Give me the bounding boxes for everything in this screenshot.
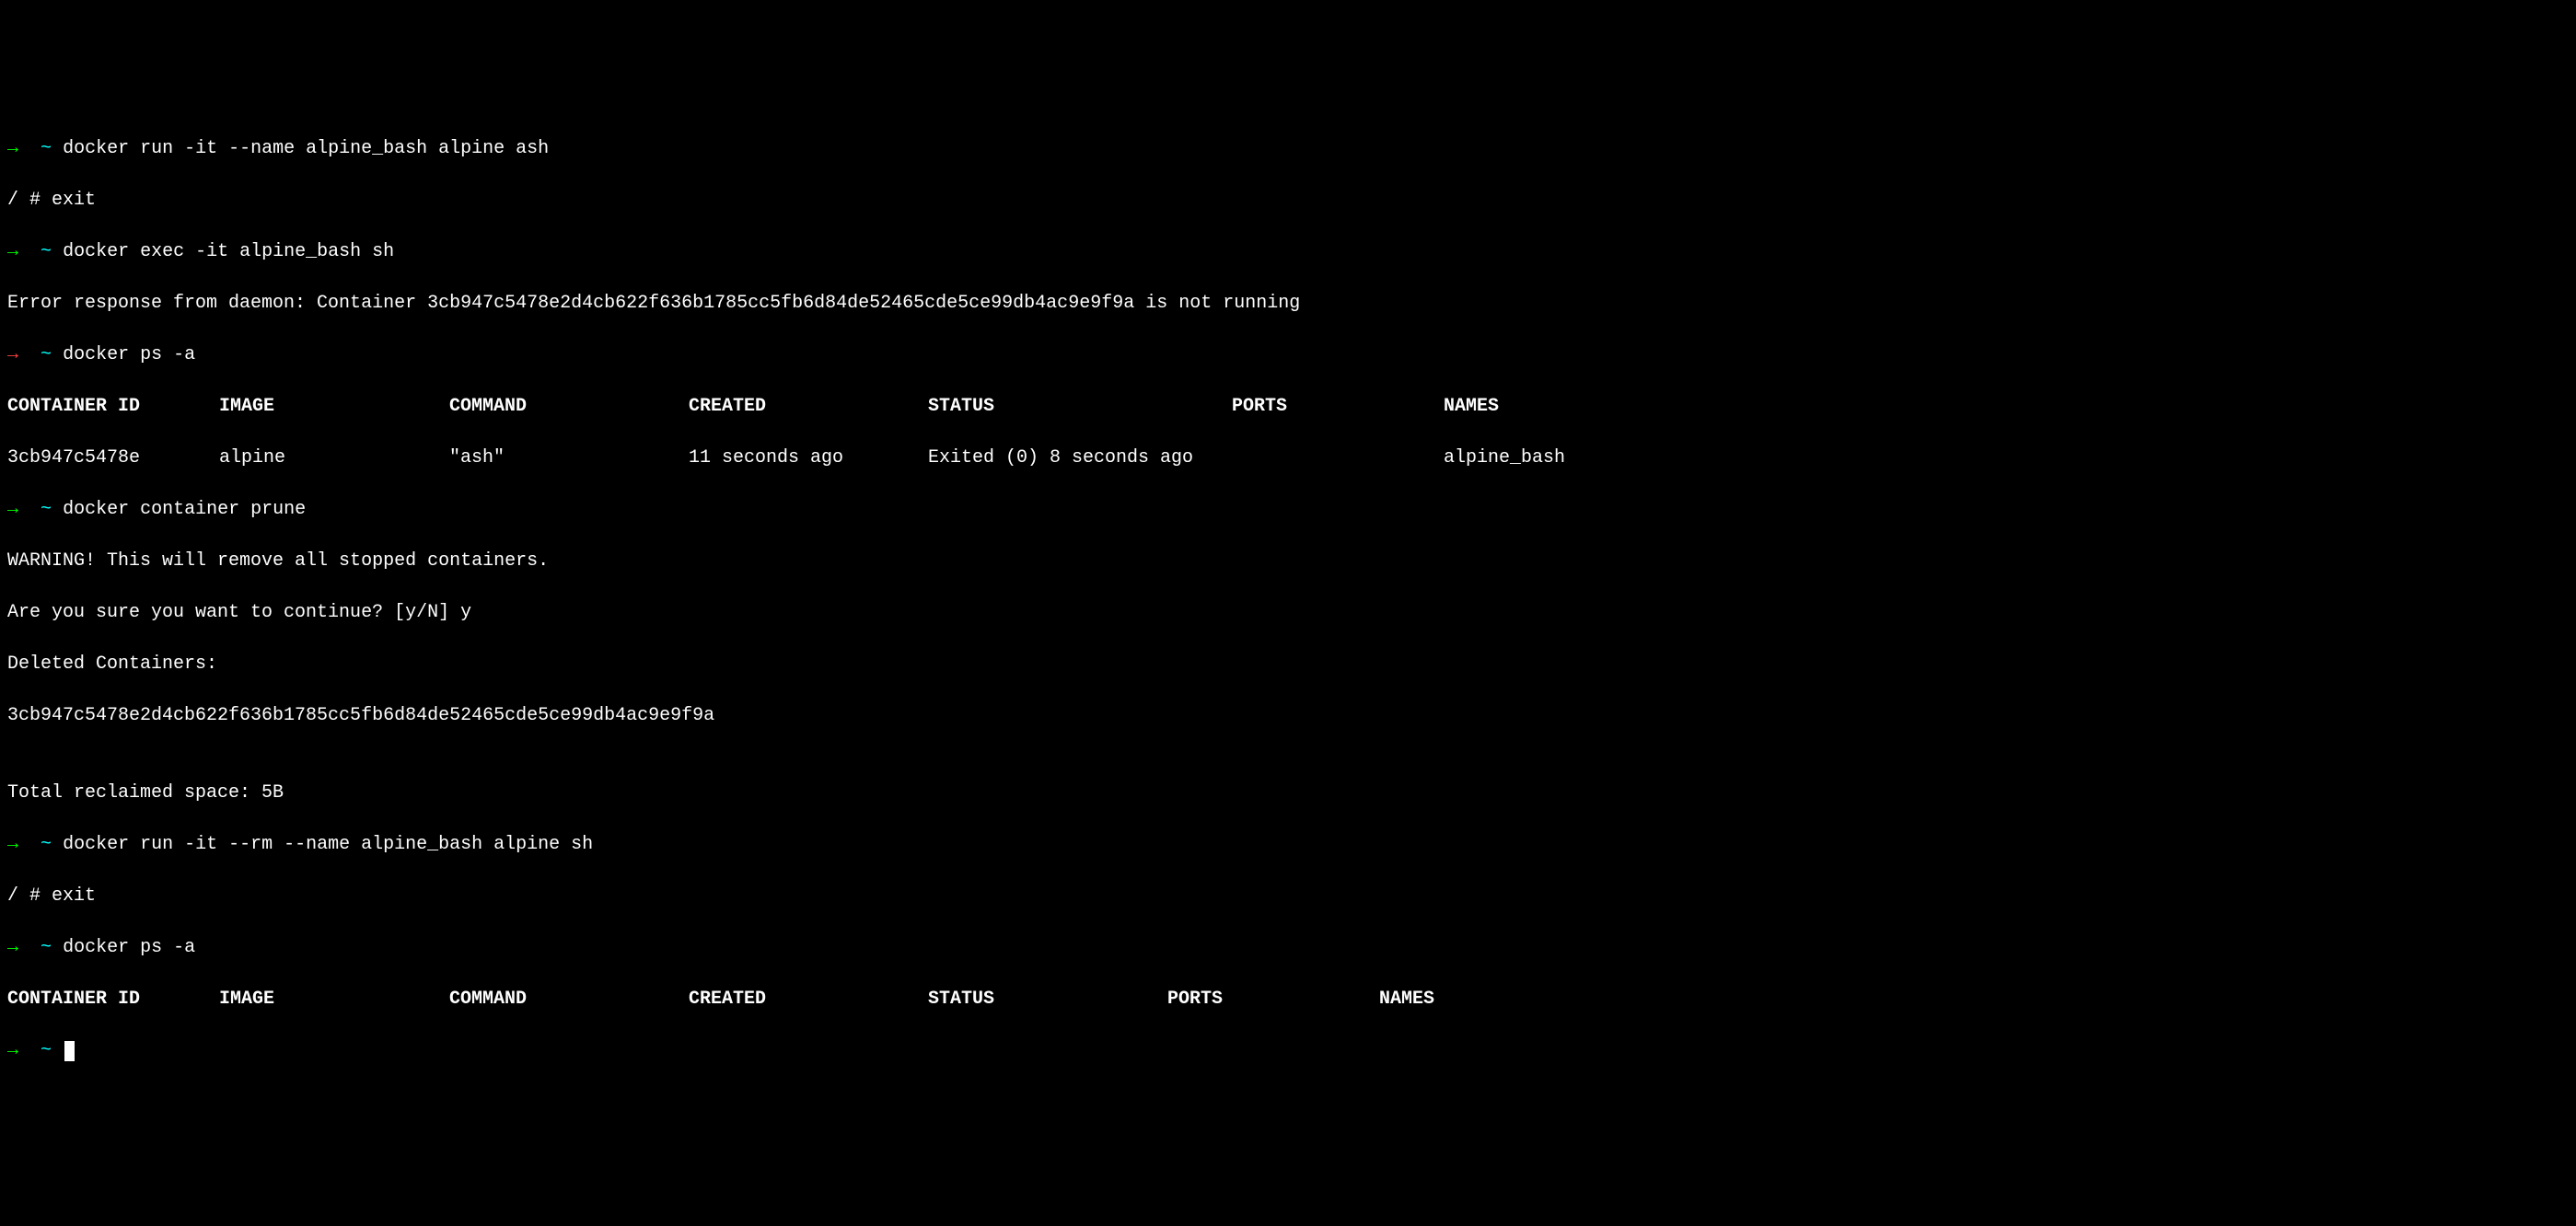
header-image: IMAGE (219, 987, 449, 1012)
header-created: CREATED (689, 987, 928, 1012)
command-text: docker ps -a (63, 937, 195, 958)
table-header-row: CONTAINER IDIMAGECOMMANDCREATEDSTATUSPOR… (7, 394, 2569, 420)
prompt-arrow-icon: → (7, 138, 18, 159)
header-command: COMMAND (449, 394, 689, 420)
table-header-row: CONTAINER IDIMAGECOMMANDCREATEDSTATUSPOR… (7, 987, 2569, 1012)
cell-status: Exited (0) 8 seconds ago (928, 445, 1232, 471)
command-text: docker ps -a (63, 344, 195, 365)
output-line: Total reclaimed space: 5B (7, 781, 2569, 806)
command-line: → ~ docker ps -a (7, 935, 2569, 961)
prompt-arrow-icon: → (7, 937, 18, 958)
header-created: CREATED (689, 394, 928, 420)
prompt-tilde: ~ (41, 937, 52, 958)
prompt-tilde: ~ (41, 499, 52, 520)
header-command: COMMAND (449, 987, 689, 1012)
prompt-arrow-icon: → (7, 499, 18, 520)
command-line: → ~ docker container prune (7, 497, 2569, 523)
output-line: / # exit (7, 188, 2569, 214)
cell-image: alpine (219, 445, 449, 471)
output-line: Deleted Containers: (7, 652, 2569, 677)
header-names: NAMES (1444, 394, 1499, 420)
header-status: STATUS (928, 394, 1232, 420)
cell-command: "ash" (449, 445, 689, 471)
table-row: 3cb947c5478ealpine"ash"11 seconds agoExi… (7, 445, 2569, 471)
prompt-arrow-icon: → (7, 834, 18, 855)
header-names: NAMES (1379, 987, 1434, 1012)
command-line: → ~ docker run -it --name alpine_bash al… (7, 136, 2569, 162)
prompt-arrow-icon: → (7, 344, 18, 365)
command-line: → ~ docker ps -a (7, 342, 2569, 368)
active-prompt[interactable]: → ~ (7, 1038, 2569, 1064)
error-output: Error response from daemon: Container 3c… (7, 291, 2569, 317)
prompt-output: Are you sure you want to continue? [y/N]… (7, 600, 2569, 626)
prompt-tilde: ~ (41, 344, 52, 365)
command-line: → ~ docker run -it --rm --name alpine_ba… (7, 832, 2569, 858)
cell-created: 11 seconds ago (689, 445, 928, 471)
cell-names: alpine_bash (1444, 445, 1565, 471)
prompt-arrow-icon: → (7, 241, 18, 262)
prompt-tilde: ~ (41, 138, 52, 159)
command-text: docker run -it --rm --name alpine_bash a… (63, 834, 593, 855)
command-text: docker run -it --name alpine_bash alpine… (63, 138, 549, 159)
header-ports: PORTS (1232, 394, 1444, 420)
command-line: → ~ docker exec -it alpine_bash sh (7, 239, 2569, 265)
prompt-tilde: ~ (41, 241, 52, 262)
command-text: docker exec -it alpine_bash sh (63, 241, 394, 262)
header-status: STATUS (928, 987, 1167, 1012)
output-line: 3cb947c5478e2d4cb622f636b1785cc5fb6d84de… (7, 703, 2569, 729)
prompt-arrow-icon: → (7, 1040, 18, 1061)
command-text: docker container prune (63, 499, 306, 520)
header-container-id: CONTAINER ID (7, 394, 219, 420)
header-ports: PORTS (1167, 987, 1379, 1012)
header-container-id: CONTAINER ID (7, 987, 219, 1012)
cursor-icon (64, 1041, 75, 1061)
output-line: / # exit (7, 884, 2569, 909)
prompt-tilde: ~ (41, 834, 52, 855)
cell-container-id: 3cb947c5478e (7, 445, 219, 471)
header-image: IMAGE (219, 394, 449, 420)
prompt-tilde: ~ (41, 1040, 52, 1061)
terminal-output[interactable]: → ~ docker run -it --name alpine_bash al… (7, 110, 2569, 1090)
warning-output: WARNING! This will remove all stopped co… (7, 549, 2569, 574)
